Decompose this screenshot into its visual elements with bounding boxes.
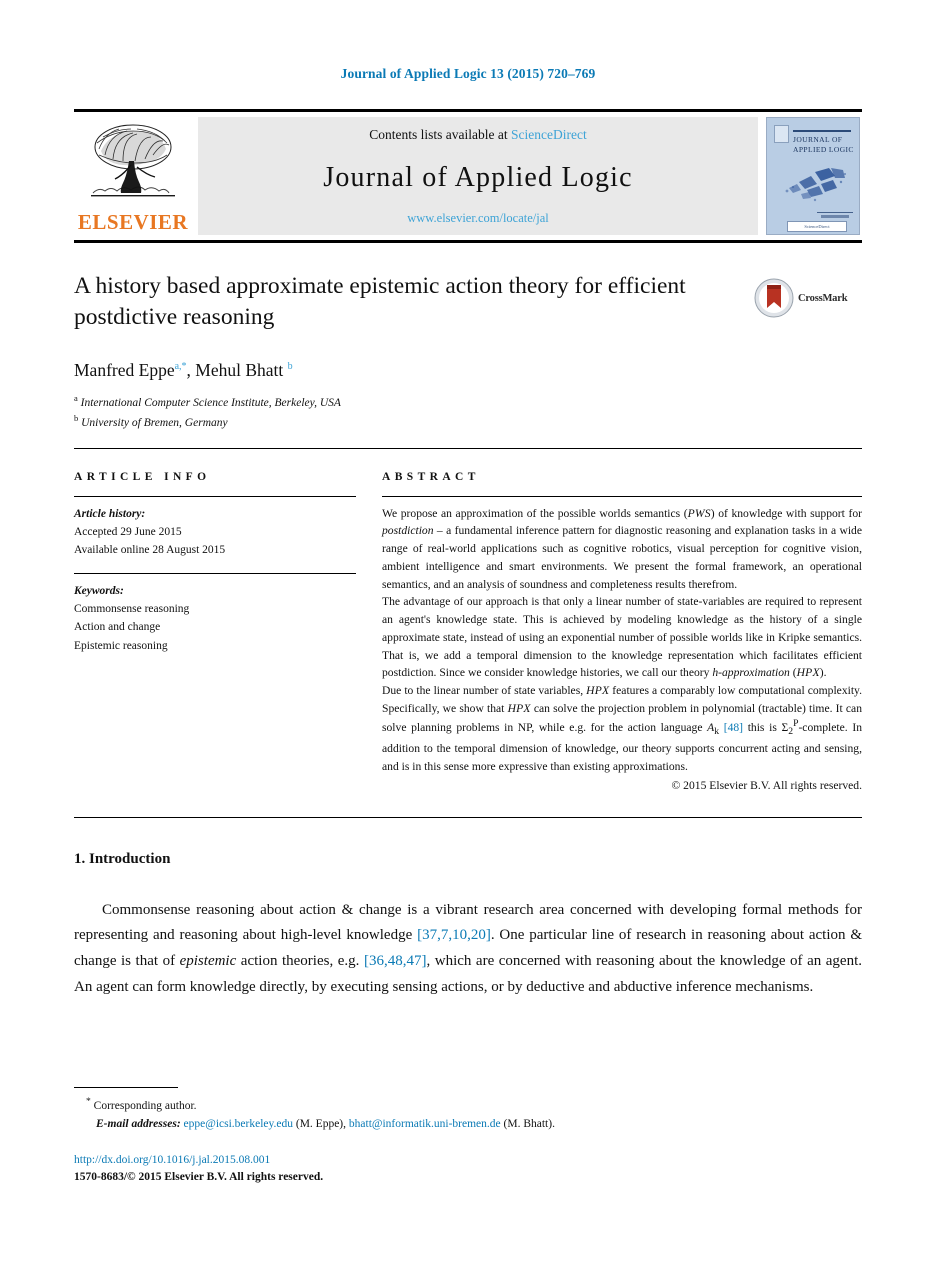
keyword-item: Action and change <box>74 621 161 634</box>
divider <box>382 495 862 497</box>
keywords-block: Keywords: Commonsense reasoning Action a… <box>74 582 356 655</box>
cover-image: JOURNAL OF APPLIED LOGIC ScienceDirect <box>766 117 860 235</box>
affiliation-list: a International Computer Science Institu… <box>74 392 862 432</box>
page-title: A history based approximate epistemic ac… <box>74 273 686 331</box>
running-head: Journal of Applied Logic 13 (2015) 720–7… <box>340 66 596 81</box>
sciencedirect-link[interactable]: ScienceDirect <box>511 127 587 142</box>
doi-link[interactable]: http://dx.doi.org/10.1016/j.jal.2015.08.… <box>74 1152 862 1170</box>
author-bhatt: Mehul Bhatt b <box>195 359 293 380</box>
page-inner: Journal of Applied Logic 13 (2015) 720–7… <box>74 0 862 1016</box>
keywords-label: Keywords: <box>74 585 124 598</box>
cover-artwork <box>785 168 846 202</box>
affiliation-b: b University of Bremen, Germany <box>74 412 862 432</box>
affiliation-marker: a <box>74 392 78 403</box>
corresponding-author-text: Corresponding author. <box>93 1099 197 1112</box>
article-history-label: Article history: <box>74 507 146 520</box>
keyword-item: Commonsense reasoning <box>74 603 190 616</box>
abstract-paragraph-1: We propose an approximation of the possi… <box>382 506 862 591</box>
email-owner-eppe: (M. Eppe), <box>295 1118 347 1131</box>
abstract-copyright: © 2015 Elsevier B.V. All rights reserved… <box>671 778 862 792</box>
abstract-paragraph-3: Due to the linear number of state variab… <box>382 684 862 774</box>
article-info-heading: ARTICLE INFO <box>74 470 211 483</box>
cover-footer-rule <box>817 212 853 213</box>
elsevier-logo: ELSEVIER <box>74 117 192 235</box>
cover-title-text: JOURNAL OF APPLIED LOGIC <box>793 135 854 155</box>
email-link-bhatt[interactable]: bhatt@informatik.uni-bremen.de <box>349 1118 501 1130</box>
corresponding-author-marker: * <box>86 1096 91 1107</box>
footnote-area: * Corresponding author. E-mail addresses… <box>74 1087 862 1187</box>
section-title-text: Introduction <box>89 850 171 867</box>
corresponding-author-note: * Corresponding author. <box>74 1094 862 1115</box>
section-number: 1. <box>74 850 86 867</box>
info-abstract-section: ARTICLE INFO Article history: Accepted 2… <box>74 447 862 795</box>
footnote-rule <box>74 1087 178 1088</box>
abstract-paragraph-2: The advantage of our approach is that on… <box>382 595 862 680</box>
email-note: E-mail addresses: eppe@icsi.berkeley.edu… <box>74 1115 862 1133</box>
email-link-eppe[interactable]: eppe@icsi.berkeley.edu <box>184 1118 293 1130</box>
journal-title: Journal of Applied Logic <box>323 162 633 193</box>
contents-band: Contents lists available at ScienceDirec… <box>198 117 758 235</box>
affiliation-text: University of Bremen, Germany <box>81 416 228 429</box>
affiliation-text: International Computer Science Institute… <box>80 396 341 409</box>
history-accepted: Accepted 29 June 2015 <box>74 525 182 538</box>
journal-masthead: ELSEVIER Contents lists available at Sci… <box>74 109 862 243</box>
section-divider <box>74 816 862 818</box>
abstract-column: ABSTRACT We propose an approximation of … <box>382 471 862 795</box>
citation-36-48-47[interactable]: [36,48,47] <box>364 953 427 969</box>
elsevier-tree-icon <box>81 121 185 211</box>
divider <box>74 495 356 497</box>
contents-available-line: Contents lists available at ScienceDirec… <box>369 127 586 143</box>
author-affil-marker: b <box>287 360 293 372</box>
abstract-body: We propose an approximation of the possi… <box>382 505 862 795</box>
email-owner-bhatt: (M. Bhatt). <box>503 1118 555 1131</box>
column-gap <box>356 471 382 795</box>
contents-prefix: Contents lists available at <box>369 127 508 142</box>
article-info-column: ARTICLE INFO Article history: Accepted 2… <box>74 471 356 795</box>
issn-copyright-line: 1570-8683/© 2015 Elsevier B.V. All right… <box>74 1171 324 1184</box>
author-eppe: Manfred Eppea,*, <box>74 359 191 380</box>
crossmark-badge[interactable]: CrossMark <box>754 277 862 319</box>
abstract-heading: ABSTRACT <box>382 470 480 483</box>
author-list: Manfred Eppea,*, Mehul Bhatt b <box>74 360 862 381</box>
keyword-item: Epistemic reasoning <box>74 639 168 652</box>
title-area: A history based approximate epistemic ac… <box>74 271 862 334</box>
corresponding-marker: ,* <box>179 360 187 372</box>
divider <box>74 573 356 575</box>
citation-48[interactable]: [48] <box>724 721 743 734</box>
citation-37-7-10-20[interactable]: [37,7,10,20] <box>417 927 491 943</box>
introduction-paragraph: Commonsense reasoning about action & cha… <box>74 901 863 996</box>
history-online: Available online 28 August 2015 <box>74 543 226 556</box>
doi-block: http://dx.doi.org/10.1016/j.jal.2015.08.… <box>74 1152 862 1188</box>
elsevier-wordmark: ELSEVIER <box>77 210 189 234</box>
journal-cover-thumbnail[interactable]: JOURNAL OF APPLIED LOGIC ScienceDirect <box>764 117 862 235</box>
crossmark-label: CrossMark <box>798 292 848 304</box>
affiliation-a: a International Computer Science Institu… <box>74 392 862 412</box>
section-heading-introduction: 1. Introduction <box>74 851 862 868</box>
email-label: E-mail addresses: <box>96 1118 181 1131</box>
cover-rule <box>793 130 851 132</box>
cover-logo-box: ScienceDirect <box>787 221 847 232</box>
article-history: Article history: Accepted 29 June 2015 A… <box>74 505 356 559</box>
journal-homepage-link[interactable]: www.elsevier.com/locate/jal <box>407 211 549 226</box>
article-page: Journal of Applied Logic 13 (2015) 720–7… <box>0 0 935 1266</box>
cover-publisher-badge <box>774 125 789 143</box>
affiliation-marker: b <box>74 412 79 423</box>
cover-footer-block <box>821 215 849 218</box>
crossmark-icon <box>754 278 794 318</box>
